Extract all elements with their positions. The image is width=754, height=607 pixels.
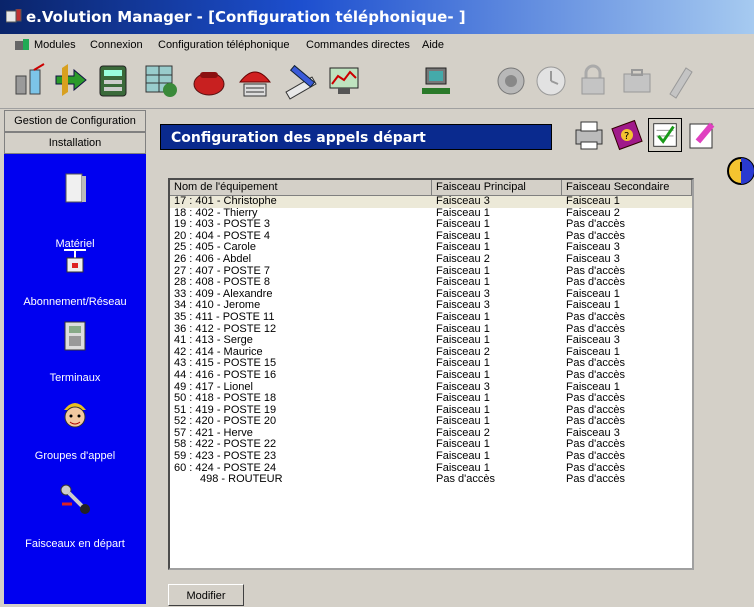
cell-faisceau-principal: Faisceau 1 bbox=[436, 310, 490, 323]
telephone-icon bbox=[64, 321, 86, 351]
cell-faisceau-principal: Faisceau 1 bbox=[436, 368, 490, 381]
cell-faisceau-principal: Faisceau 1 bbox=[436, 276, 490, 289]
window-title: e.Volution Manager - [Configuration télé… bbox=[26, 8, 466, 26]
toolbar bbox=[0, 56, 754, 109]
monitor-chart-icon[interactable] bbox=[326, 62, 364, 100]
modify-button[interactable]: Modifier bbox=[168, 584, 244, 606]
phone-red-icon[interactable] bbox=[190, 62, 228, 100]
sidebar-item-label: Abonnement/Réseau bbox=[23, 296, 127, 308]
table-row[interactable]: 50 : 418 - POSTE 18 Faisceau 1 Pas d'accès bbox=[170, 392, 692, 405]
cell-faisceau-secondaire: Faisceau 3 bbox=[566, 334, 620, 347]
cell-nom-equipement: 41 : 413 - Serge bbox=[174, 334, 253, 347]
table-row[interactable]: 44 : 416 - POSTE 16 Faisceau 1 Pas d'accès bbox=[170, 368, 692, 382]
table-row[interactable]: 498 - ROUTEUR Pas d'accès Pas d'accès bbox=[170, 474, 692, 486]
table-row[interactable]: 17 : 401 - Christophe Faisceau 3 Faisceau … bbox=[170, 195, 692, 208]
cell-nom-equipement: 17 : 401 - Christophe bbox=[174, 195, 277, 207]
cell-faisceau-secondaire: Pas d'accès bbox=[566, 450, 625, 463]
app-phone-icon bbox=[6, 9, 22, 23]
main-panel: Configuration des appels départ ? Nom de… bbox=[148, 110, 754, 606]
globe-icon[interactable] bbox=[492, 62, 530, 100]
cell-faisceau-secondaire: Pas d'accès bbox=[566, 392, 625, 405]
equipment-table[interactable]: Nom de l'équipement Faisceau Principal F… bbox=[168, 178, 694, 570]
clock-icon[interactable] bbox=[532, 62, 570, 100]
cell-faisceau-secondaire: Pas d'accès bbox=[566, 473, 625, 486]
sidebar-item-label: Faisceaux en départ bbox=[25, 538, 125, 550]
table-body: 17 : 401 - Christophe Faisceau 3 Faisceau … bbox=[170, 195, 692, 486]
cell-faisceau-principal: Faisceau 2 bbox=[436, 252, 490, 265]
table-row[interactable]: 35 : 411 - POSTE 11 Faisceau 1 Pas d'accès bbox=[170, 310, 692, 324]
sidebar-section-installation[interactable]: Installation bbox=[4, 132, 146, 154]
sidebar-item-label: Groupes d'appel bbox=[34, 450, 116, 462]
cell-nom-equipement: 28 : 408 - POSTE 8 bbox=[174, 276, 270, 289]
antenna-icon[interactable] bbox=[10, 62, 48, 100]
sidebar-item-faisceaux-depart[interactable]: Faisceaux en départ bbox=[4, 482, 146, 566]
cell-faisceau-secondaire: Faisceau 1 bbox=[566, 195, 620, 207]
edit-icon[interactable] bbox=[686, 118, 720, 152]
satellite-dish-icon[interactable] bbox=[236, 62, 274, 100]
table-row[interactable]: 59 : 423 - POSTE 23 Faisceau 1 Pas d'accès bbox=[170, 450, 692, 463]
cell-faisceau-secondaire: Pas d'accès bbox=[566, 276, 625, 289]
table-row[interactable]: 41 : 413 - Serge Faisceau 1 Faisceau 3 bbox=[170, 335, 692, 347]
help-book-icon[interactable]: ? bbox=[610, 118, 644, 152]
validate-check-icon[interactable] bbox=[648, 118, 682, 152]
panel-title: Configuration des appels départ bbox=[160, 124, 552, 150]
network-plug-icon bbox=[64, 249, 86, 273]
briefcase-icon[interactable] bbox=[618, 62, 656, 100]
key-handset-icon bbox=[60, 484, 90, 514]
sidebar-item-terminaux[interactable]: Terminaux bbox=[4, 320, 146, 404]
person-group-icon bbox=[64, 403, 86, 428]
cell-nom-equipement: 35 : 411 - POSTE 11 bbox=[174, 310, 275, 323]
column-header-nom[interactable]: Nom de l'équipement bbox=[170, 180, 432, 195]
cell-nom-equipement: 50 : 418 - POSTE 18 bbox=[174, 392, 277, 405]
phone-handset-icon[interactable] bbox=[660, 62, 698, 100]
sidebar: Gestion de Configuration Installation Ma… bbox=[4, 110, 146, 604]
lock-icon[interactable] bbox=[574, 62, 612, 100]
menu-aide[interactable]: Aide bbox=[422, 39, 444, 51]
cell-faisceau-principal: Faisceau 1 bbox=[436, 450, 490, 463]
cell-nom-equipement: 59 : 423 - POSTE 23 bbox=[174, 450, 277, 463]
database-icon[interactable] bbox=[94, 62, 132, 100]
cell-nom-equipement: 498 - ROUTEUR bbox=[200, 473, 283, 486]
table-row[interactable]: 26 : 406 - Abdel Faisceau 2 Faisceau 3 bbox=[170, 252, 692, 266]
cell-faisceau-principal: Faisceau 1 bbox=[436, 392, 490, 405]
cell-faisceau-secondaire: Pas d'accès bbox=[566, 310, 625, 323]
cell-faisceau-secondaire: Pas d'accès bbox=[566, 368, 625, 381]
cell-faisceau-principal: Faisceau 1 bbox=[436, 334, 490, 347]
svg-text:?: ? bbox=[624, 131, 629, 142]
menu-modules[interactable]: Modules bbox=[34, 39, 76, 51]
print-icon[interactable] bbox=[572, 118, 606, 152]
menu-connexion[interactable]: Connexion bbox=[90, 39, 143, 51]
sidebar-item-materiel[interactable]: Matériel bbox=[4, 172, 146, 256]
transfer-arrows-icon[interactable] bbox=[52, 62, 90, 100]
globe-clock-icon[interactable] bbox=[724, 154, 754, 188]
config-grid-icon[interactable] bbox=[142, 62, 180, 100]
column-header-faisceau-principal[interactable]: Faisceau Principal bbox=[432, 180, 562, 195]
cell-faisceau-secondaire: Faisceau 3 bbox=[566, 252, 620, 265]
cell-faisceau-principal: Faisceau 3 bbox=[436, 195, 490, 207]
sidebar-item-label: Terminaux bbox=[49, 372, 101, 384]
title-bar: e.Volution Manager - [Configuration télé… bbox=[0, 0, 754, 34]
cell-nom-equipement: 44 : 416 - POSTE 16 bbox=[174, 368, 277, 381]
table-header: Nom de l'équipement Faisceau Principal F… bbox=[170, 180, 692, 196]
cell-faisceau-principal: Pas d'accès bbox=[436, 473, 495, 486]
menu-configuration-telephonique[interactable]: Configuration téléphonique bbox=[158, 39, 290, 51]
menu-commandes-directes[interactable]: Commandes directes bbox=[306, 39, 410, 51]
cell-nom-equipement: 26 : 406 - Abdel bbox=[174, 252, 252, 265]
hardware-box-icon bbox=[65, 173, 86, 203]
sidebar-header[interactable]: Gestion de Configuration bbox=[4, 110, 146, 132]
sidebar-item-groupes-appel[interactable]: Groupes d'appel bbox=[4, 398, 146, 482]
sidebar-item-abonnement-reseau[interactable]: Abonnement/Réseau bbox=[4, 246, 146, 330]
menu-app-icon[interactable] bbox=[14, 38, 30, 51]
column-header-faisceau-secondaire[interactable]: Faisceau Secondaire bbox=[562, 180, 692, 195]
table-row[interactable]: 28 : 408 - POSTE 8 Faisceau 1 Pas d'accès bbox=[170, 277, 692, 289]
menu-bar: Modules Connexion Configuration téléphon… bbox=[0, 36, 754, 54]
pencil-ruler-icon[interactable] bbox=[282, 62, 320, 100]
computer-phone-icon[interactable] bbox=[418, 62, 456, 100]
